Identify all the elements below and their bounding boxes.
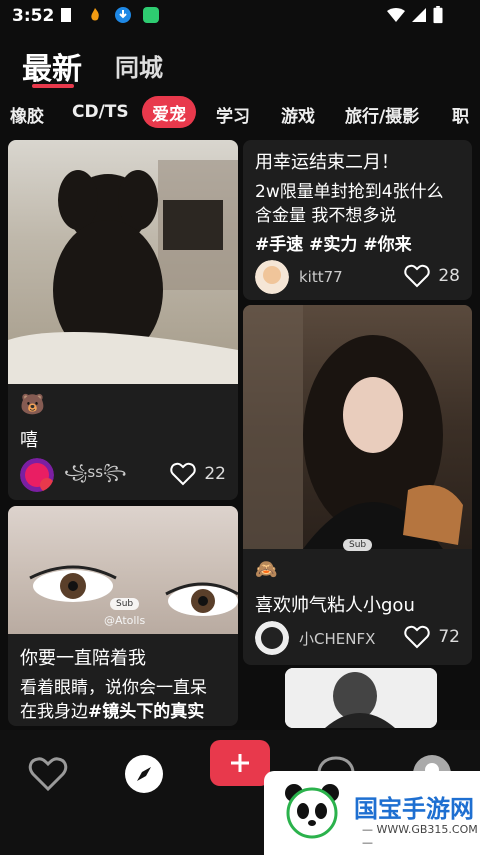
compass-icon bbox=[125, 755, 163, 793]
site-watermark: 国宝手游网 — WWW.GB315.COM — bbox=[264, 771, 480, 855]
author-avatar[interactable] bbox=[20, 458, 54, 492]
category-jobs[interactable]: 职 bbox=[452, 102, 469, 127]
post-author[interactable]: kitt77 bbox=[255, 260, 343, 294]
post-title: 喜欢帅气粘人小gou bbox=[255, 595, 415, 616]
post-body-line-1: 2w限量单封抢到4张什么 bbox=[255, 182, 444, 202]
panda-logo-icon bbox=[285, 784, 339, 839]
post-title: 用幸运结束二月！ bbox=[255, 152, 399, 173]
dog-illustration bbox=[8, 160, 238, 384]
category-travel-photo[interactable]: 旅行/摄影 bbox=[345, 102, 419, 127]
app-icon bbox=[143, 7, 159, 23]
status-time: 3:52 bbox=[12, 6, 55, 26]
post-card-eye[interactable]: Sub @Atolls 你要一直陪着我 看着眼睛，说你会一直呆 在我身边#镜头下… bbox=[8, 506, 238, 726]
heart-icon bbox=[170, 462, 197, 486]
author-avatar[interactable] bbox=[255, 621, 289, 655]
post-author[interactable]: 小CHENFX bbox=[255, 621, 375, 655]
post-image-manga[interactable] bbox=[285, 668, 437, 728]
feed-tabs: 最新 同城 bbox=[0, 40, 480, 90]
post-tags[interactable]: #手速 #实力 #你来 bbox=[255, 230, 460, 255]
status-bar: 3:52 bbox=[0, 0, 480, 32]
signal-icon bbox=[412, 8, 426, 22]
author-name: 小CHENFX bbox=[299, 629, 376, 648]
category-rubber[interactable]: 橡胶 bbox=[10, 102, 44, 127]
category-cdts[interactable]: CD/TS bbox=[72, 102, 129, 122]
wifi-icon bbox=[387, 8, 405, 22]
post-body-line-2: 在我身边#镜头下的真实 bbox=[20, 700, 226, 724]
nav-favorites[interactable] bbox=[24, 750, 72, 798]
post-title: 你要一直陪着我 bbox=[20, 648, 146, 669]
like-count: 72 bbox=[438, 627, 460, 647]
post-title: 嘻 bbox=[20, 430, 38, 451]
post-image-girl[interactable] bbox=[243, 305, 472, 549]
sub-badge: Sub bbox=[343, 539, 373, 551]
watermark-title: 国宝手游网 bbox=[354, 795, 474, 823]
author-name: ꧁ss꧂ bbox=[64, 462, 127, 481]
post-card-text[interactable]: 用幸运结束二月！ 2w限量单封抢到4张什么 含金量 我不想多说 #手速 #实力 … bbox=[243, 140, 472, 300]
watermark-url: — WWW.GB315.COM — bbox=[362, 823, 478, 849]
active-tab-indicator bbox=[32, 84, 74, 88]
plus-icon bbox=[231, 754, 249, 772]
category-row: 橡胶 CD/TS 爱宠 学习 游戏 旅行/摄影 职 bbox=[0, 96, 480, 132]
like-button[interactable]: 22 bbox=[170, 462, 226, 486]
post-tag[interactable]: #镜头下的真实 bbox=[88, 702, 204, 722]
heart-icon bbox=[404, 264, 431, 288]
category-games[interactable]: 游戏 bbox=[281, 102, 315, 127]
post-emoji: 🙈 bbox=[255, 559, 278, 580]
author-avatar[interactable] bbox=[255, 260, 289, 294]
battery-icon bbox=[433, 6, 443, 24]
like-button[interactable]: 72 bbox=[404, 625, 460, 649]
like-count: 28 bbox=[438, 266, 460, 286]
post-body-line-2: 含金量 我不想多说 bbox=[255, 206, 397, 226]
post-body-text: 在我身边 bbox=[20, 702, 88, 722]
sub-badge: Sub bbox=[110, 598, 140, 610]
like-button[interactable]: 28 bbox=[404, 264, 460, 288]
download-icon bbox=[115, 7, 131, 23]
image-watermark: @Atolls bbox=[104, 614, 146, 627]
heart-icon bbox=[28, 757, 68, 792]
portrait-illustration bbox=[243, 305, 463, 549]
author-name: kitt77 bbox=[299, 268, 343, 286]
post-card-manga[interactable] bbox=[285, 668, 437, 728]
post-emoji: 🐻 bbox=[20, 392, 45, 416]
post-image-dog[interactable] bbox=[8, 140, 238, 384]
notification-icon bbox=[61, 8, 71, 22]
post-card-girl[interactable]: Sub 🙈 喜欢帅气粘人小gou 小CHENFX 72 bbox=[243, 305, 472, 665]
flame-icon bbox=[91, 8, 99, 21]
category-pets[interactable]: 爱宠 bbox=[142, 96, 196, 128]
manga-illustration bbox=[285, 668, 437, 728]
post-card-dog[interactable]: 🐻 嘻 ꧁ss꧂ 22 bbox=[8, 140, 238, 500]
category-study[interactable]: 学习 bbox=[216, 102, 250, 127]
nav-discover[interactable] bbox=[120, 750, 168, 798]
post-author[interactable]: ꧁ss꧂ bbox=[20, 458, 127, 492]
tab-nearby[interactable]: 同城 bbox=[115, 48, 163, 83]
like-count: 22 bbox=[204, 464, 226, 484]
create-post-button[interactable] bbox=[210, 740, 270, 786]
post-body-line-1: 看着眼睛，说你会一直呆 bbox=[20, 678, 207, 698]
heart-icon bbox=[404, 625, 431, 649]
tab-latest[interactable]: 最新 bbox=[22, 44, 82, 88]
